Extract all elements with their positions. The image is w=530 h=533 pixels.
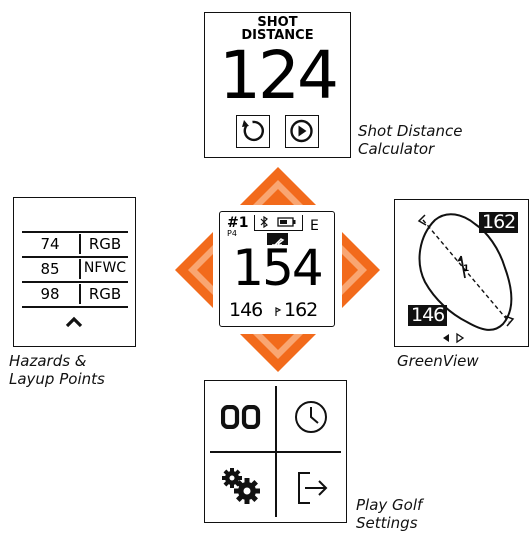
green-front-distance: 146 — [408, 305, 448, 326]
hazard-row[interactable]: 85 NFWC — [22, 258, 128, 280]
play-icon — [290, 119, 313, 143]
green-back-distance: 162 — [479, 212, 519, 233]
arrow-right-icon — [342, 232, 380, 308]
greenview-screen: 1 162 146 — [394, 199, 529, 347]
pin-icon — [275, 307, 282, 316]
settings-button[interactable] — [205, 452, 275, 522]
caption-hazards: Hazards & Layup Points — [9, 352, 105, 388]
hazard-row[interactable]: 74 RGB — [22, 233, 128, 255]
hazard-yards: 74 — [40, 235, 60, 253]
caption-shot-distance: Shot Distance Calculator — [358, 122, 463, 158]
status-bar — [254, 215, 303, 231]
exit-icon — [298, 472, 328, 504]
arrow-up-icon — [240, 167, 316, 205]
caret-up-icon[interactable] — [64, 316, 84, 328]
gear-icon — [222, 468, 260, 504]
hazard-yards: 85 — [40, 260, 60, 278]
par-value: P4 — [227, 229, 237, 238]
bluetooth-icon — [260, 216, 268, 228]
arrow-left-icon — [175, 232, 213, 308]
hazard-name: NFWC — [83, 260, 127, 276]
caption-greenview: GreenView — [397, 352, 479, 370]
front-distance: 146 — [229, 299, 263, 321]
hazard-name: RGB — [88, 235, 122, 253]
hazard-yards: 98 — [40, 285, 60, 303]
arrow-down-icon — [240, 334, 316, 372]
back-distance: 162 — [284, 299, 318, 321]
main-distance-screen: #1 P4 E 154 146 162 — [219, 211, 335, 327]
play-golf-button[interactable] — [205, 381, 275, 451]
hazards-screen: 74 RGB 85 NFWC 98 RGB — [13, 197, 136, 347]
middle-distance: 154 — [232, 239, 323, 297]
reset-button[interactable] — [236, 115, 270, 148]
battery-icon — [277, 217, 296, 227]
caption-settings: Play Golf Settings — [356, 496, 423, 532]
hazard-row[interactable]: 98 RGB — [22, 283, 128, 305]
play-button[interactable] — [285, 115, 319, 148]
hazard-name: RGB — [88, 285, 122, 303]
shot-distance-value: 124 — [219, 37, 339, 114]
golf-course-icon — [221, 405, 261, 429]
menu-screen — [204, 380, 347, 523]
reset-icon — [242, 120, 264, 142]
clock-icon — [295, 401, 327, 433]
exit-button[interactable] — [276, 452, 346, 522]
hazard-divider — [22, 306, 128, 308]
green-pin-number: 1 — [463, 264, 470, 274]
hole-number: #1 — [227, 215, 249, 231]
score-value: E — [310, 218, 319, 234]
shot-distance-screen: SHOT DISTANCE 124 — [204, 12, 351, 158]
clock-button[interactable] — [276, 381, 346, 451]
